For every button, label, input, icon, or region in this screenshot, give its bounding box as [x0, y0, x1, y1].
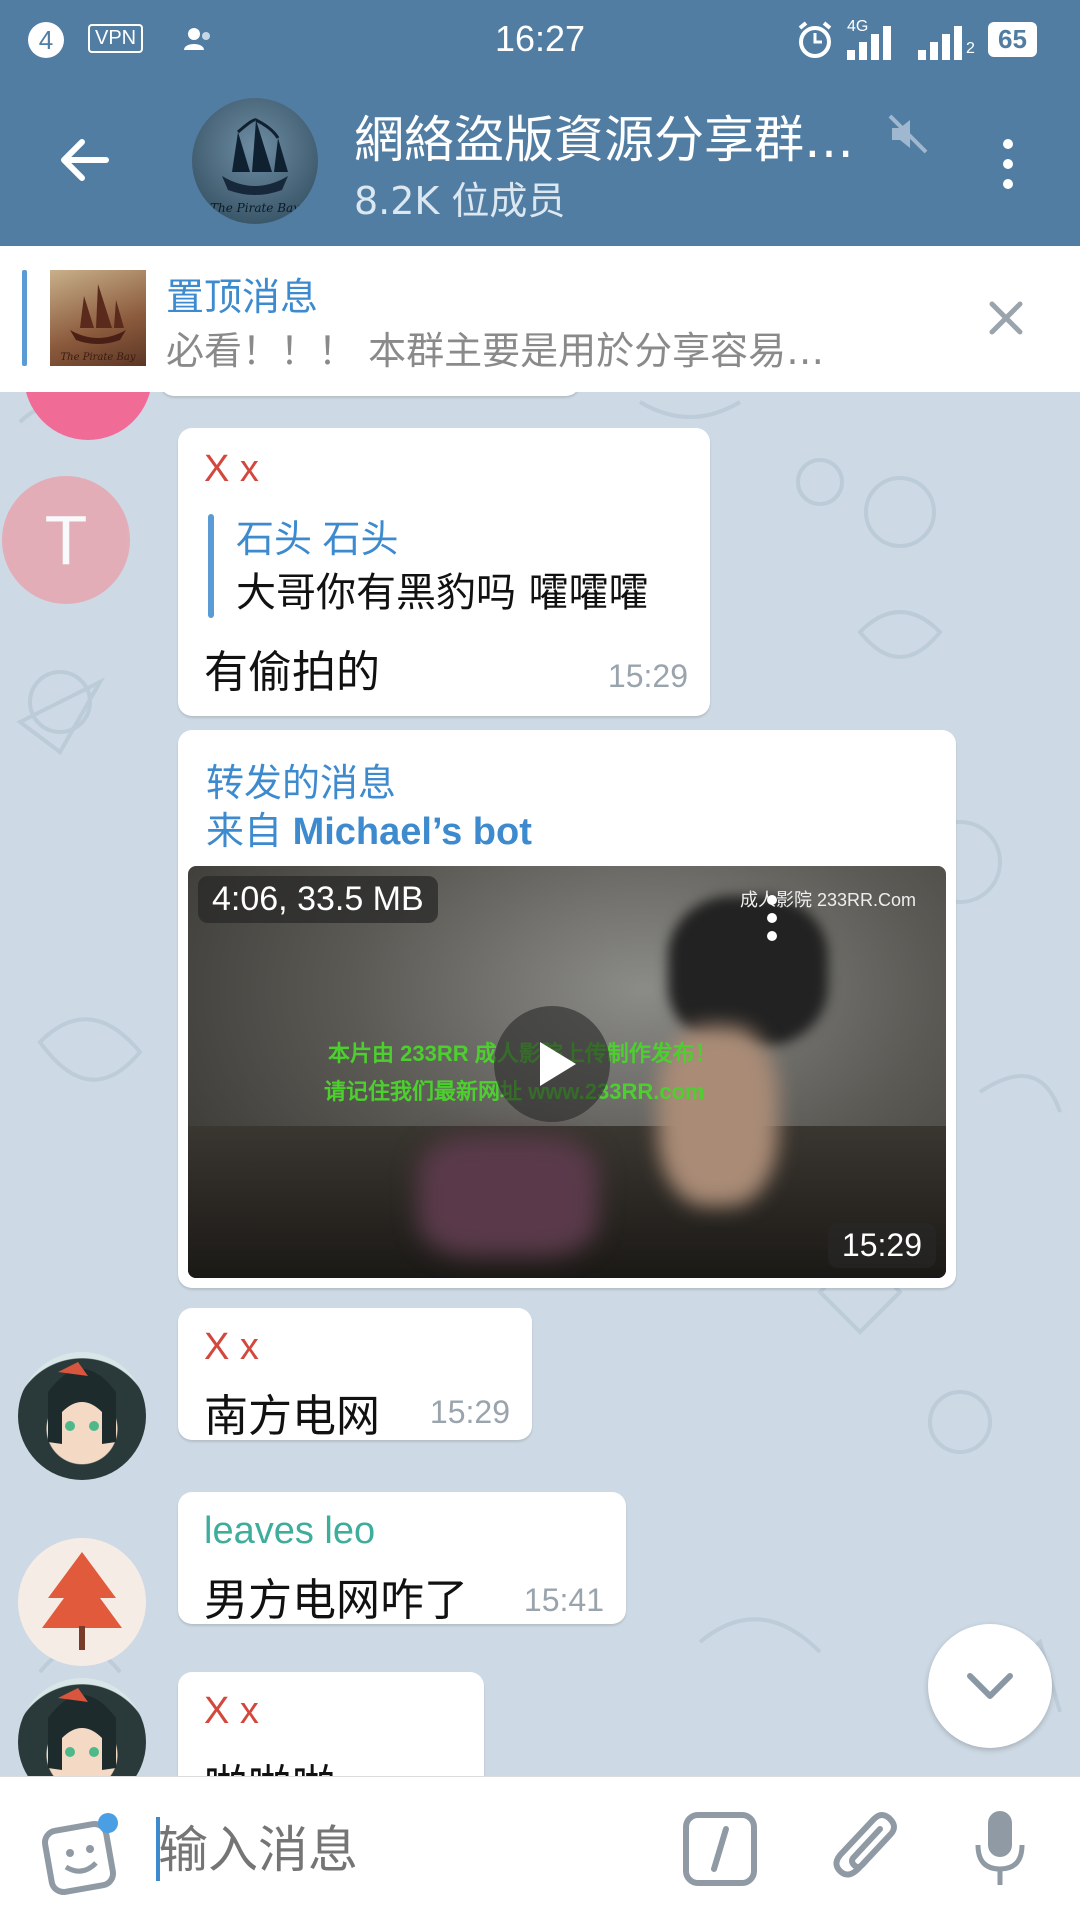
- video-info-badge: 4:06, 33.5 MB: [198, 876, 438, 923]
- more-options-icon[interactable]: [990, 134, 1026, 194]
- muted-icon: [886, 112, 930, 156]
- avatar[interactable]: [18, 1678, 146, 1776]
- video-blurred-figure: [668, 896, 828, 1046]
- chevron-down-icon: [967, 1673, 1013, 1699]
- reply-sender-name[interactable]: 石头 石头: [236, 508, 399, 563]
- battery-indicator: 65: [988, 22, 1037, 57]
- video-thumbnail[interactable]: 4:06, 33.5 MB 成人影院 233RR.Com 本片由 233RR 成…: [188, 866, 946, 1278]
- message-text: 南方电网: [204, 1391, 380, 1442]
- scroll-down-button[interactable]: [928, 1624, 1052, 1748]
- avatar[interactable]: [18, 1538, 146, 1666]
- message-text: 有偷拍的: [204, 647, 380, 698]
- sim2-label: 2: [966, 40, 975, 57]
- message-input-bar: [0, 1776, 1080, 1921]
- forward-from-name[interactable]: Michael’s bot: [293, 811, 532, 853]
- pirate-ship-logo: The Pirate Bay: [210, 118, 300, 215]
- video-blurred-object: [418, 1136, 598, 1256]
- message-text: 啪啪啪: [204, 1750, 336, 1776]
- attach-icon[interactable]: [828, 1807, 908, 1891]
- signal-sim2-icon: 2: [916, 22, 976, 66]
- sender-name[interactable]: leaves leo: [204, 1510, 375, 1553]
- message-bubble[interactable]: X x 南方电网 15:29: [178, 1308, 532, 1442]
- message-time: 15:41: [523, 1582, 604, 1618]
- signal-4g-icon: 4G: [845, 18, 901, 66]
- avatar[interactable]: [18, 1352, 146, 1480]
- message-time: 15:29: [429, 1394, 510, 1430]
- pinned-accent-bar: [22, 270, 27, 366]
- sender-name[interactable]: X x: [204, 448, 259, 491]
- pinned-text: 必看！！！ 本群主要是用於分享容易…: [166, 329, 825, 373]
- message-bubble[interactable]: X x 石头 石头 大哥你有黑豹吗 嚯嚯嚯 有偷拍的 15:29: [178, 428, 710, 716]
- member-count: 8.2K 位成员: [354, 179, 566, 223]
- sender-name[interactable]: X x: [204, 1690, 259, 1733]
- close-pinned-icon[interactable]: [984, 296, 1028, 340]
- message-bubble[interactable]: [160, 392, 580, 396]
- video-time: 15:29: [827, 1223, 936, 1268]
- pinned-thumbnail-logo-text: The Pirate Bay: [61, 352, 136, 363]
- forwarded-message-bubble[interactable]: 转发的消息 来自 Michael’s bot 4:06, 33.5 MB 成人影…: [178, 730, 956, 1288]
- video-more-icon[interactable]: [752, 886, 792, 956]
- pinned-title: 置顶消息: [166, 275, 319, 319]
- message-list[interactable]: T X x 石头 石头 大哥你有黑豹吗 嚯嚯嚯 有偷拍的 15:29 转发的消息…: [0, 392, 1080, 1776]
- group-avatar[interactable]: The Pirate Bay: [192, 98, 318, 224]
- message-input[interactable]: [156, 1807, 660, 1893]
- back-arrow-icon[interactable]: [54, 130, 114, 190]
- forward-from-prefix: 来自: [206, 811, 283, 853]
- message-bubble[interactable]: leaves leo 男方电网咋了 15:41: [178, 1492, 626, 1626]
- message-time: 15:29: [607, 658, 688, 694]
- play-button-icon[interactable]: [494, 1006, 610, 1122]
- sticker-icon[interactable]: [40, 1813, 124, 1897]
- chat-title[interactable]: 網絡盜版資源分享群…: [354, 100, 894, 172]
- reply-text[interactable]: 大哥你有黑豹吗 嚯嚯嚯: [236, 560, 649, 618]
- forward-label: 转发的消息: [206, 763, 397, 805]
- forward-source[interactable]: 来自 Michael’s bot: [206, 800, 532, 855]
- pinned-thumbnail: The Pirate Bay: [50, 270, 146, 366]
- message-text: 男方电网咋了: [204, 1575, 468, 1626]
- message-bubble[interactable]: X x 啪啪啪: [178, 1672, 484, 1776]
- bot-command-icon[interactable]: [682, 1811, 758, 1887]
- sender-name[interactable]: X x: [204, 1326, 259, 1369]
- network-type-label: 4G: [847, 18, 869, 35]
- alarm-icon: [795, 20, 835, 69]
- group-avatar-logo-text: The Pirate Bay: [210, 201, 300, 215]
- chat-header: The Pirate Bay 網絡盜版資源分享群… 8.2K 位成员: [0, 78, 1080, 246]
- avatar-letter: T: [44, 501, 88, 579]
- status-bar: 4 VPN 16:27 4G 2 65: [0, 0, 1080, 78]
- reply-accent-bar: [208, 514, 214, 618]
- avatar[interactable]: T: [2, 476, 130, 604]
- microphone-icon[interactable]: [970, 1807, 1030, 1891]
- pinned-message-bar[interactable]: The Pirate Bay 置顶消息 必看！！！ 本群主要是用於分享容易…: [0, 246, 1080, 393]
